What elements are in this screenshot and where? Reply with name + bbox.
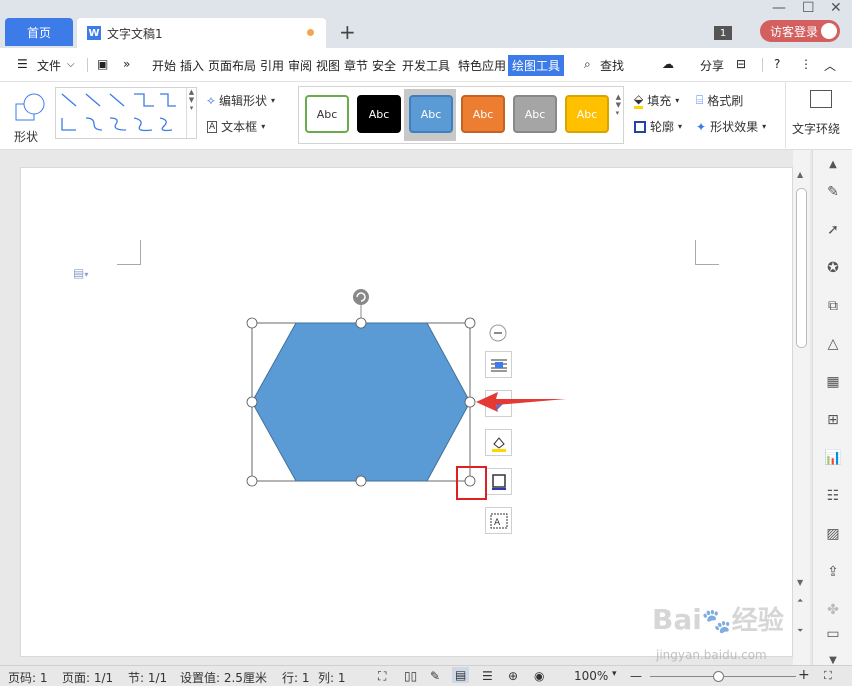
- outline-view-icon[interactable]: ☰: [482, 669, 493, 683]
- layers-icon[interactable]: △: [823, 334, 843, 354]
- status-col[interactable]: 列: 1: [318, 669, 346, 686]
- status-section[interactable]: 节: 1/1: [128, 669, 167, 686]
- shape-layer: [246, 289, 507, 487]
- right-task-pane: ▲ ✎ ➚ ✪ ⧉ △ ▦ ⊞ 📊 ☷ ▨ ⇪ ✤ ▭ ▼: [812, 150, 852, 666]
- textbox-quick-icon[interactable]: A: [485, 507, 512, 534]
- fill-quick-icon[interactable]: [485, 429, 512, 456]
- zoom-out-icon[interactable]: —: [630, 669, 642, 683]
- chart-icon[interactable]: 📊: [823, 448, 843, 468]
- hexagon-shape[interactable]: [251, 322, 471, 482]
- settings-sliders-icon[interactable]: ☷: [823, 486, 843, 506]
- resize-handle-s[interactable]: [355, 475, 367, 487]
- image-icon[interactable]: ▨: [823, 524, 843, 544]
- scroll-up-icon[interactable]: ▲: [797, 170, 803, 179]
- watermark-logo: Bai🐾经验: [652, 603, 784, 636]
- pane-collapse-icon[interactable]: ▲: [823, 154, 843, 174]
- scroll-down-icon[interactable]: ▼: [797, 578, 803, 587]
- puzzle-icon[interactable]: ✤: [823, 600, 843, 620]
- resize-handle-n[interactable]: [355, 317, 367, 329]
- status-page[interactable]: 页码: 1: [8, 669, 48, 686]
- watermark-url: jingyan.baidu.com: [656, 648, 767, 662]
- resize-handle-sw[interactable]: [246, 475, 258, 487]
- pen-edit-icon[interactable]: ✎: [823, 182, 843, 202]
- zoom-slider-thumb[interactable]: [713, 671, 724, 682]
- pen-mode-icon[interactable]: ✎: [430, 669, 440, 683]
- prev-page-icon[interactable]: ⏶: [797, 596, 803, 606]
- shapes-icon[interactable]: ⧉: [823, 296, 843, 316]
- fit-page-icon[interactable]: ⛶: [824, 669, 832, 683]
- status-bar: 页码: 1 页面: 1/1 节: 1/1 设置值: 2.5厘米 行: 1 列: …: [0, 665, 852, 686]
- vertical-scrollbar[interactable]: ▲ ▼ ⏶ ⏷: [793, 150, 810, 665]
- outline-quick-icon[interactable]: [485, 468, 512, 495]
- rotate-handle-icon[interactable]: [353, 289, 369, 305]
- cursor-select-icon[interactable]: ➚: [823, 220, 843, 240]
- scroll-thumb[interactable]: [796, 188, 807, 348]
- status-row[interactable]: 行: 1: [282, 669, 310, 686]
- resize-handle-ne[interactable]: [464, 317, 476, 329]
- svg-text:A: A: [494, 518, 501, 528]
- fullscreen-icon[interactable]: ⛶: [378, 669, 386, 684]
- wrap-text-quick-icon[interactable]: [485, 351, 512, 378]
- grid-icon[interactable]: ⊞: [823, 410, 843, 430]
- status-pages[interactable]: 页面: 1/1: [62, 669, 113, 686]
- highlight-box: [456, 466, 487, 500]
- archive-icon[interactable]: ▭: [823, 624, 843, 644]
- read-mode-icon[interactable]: ▯▯: [404, 669, 417, 683]
- resize-handle-w[interactable]: [246, 396, 258, 408]
- next-page-icon[interactable]: ⏷: [797, 626, 803, 636]
- zoom-dropdown-icon[interactable]: ▾: [612, 669, 617, 679]
- badge-icon[interactable]: ✪: [823, 258, 843, 278]
- pointer-arrow: [476, 392, 566, 412]
- zoom-level[interactable]: 100%: [574, 669, 608, 683]
- zoom-in-icon[interactable]: +: [798, 667, 810, 683]
- export-icon[interactable]: ⇪: [823, 562, 843, 582]
- web-view-icon[interactable]: ⊕: [508, 669, 518, 683]
- page-view-icon[interactable]: ▤: [452, 667, 470, 683]
- eye-protect-icon[interactable]: ◉: [534, 669, 544, 683]
- status-setting[interactable]: 设置值: 2.5厘米: [180, 669, 267, 686]
- resize-handle-nw[interactable]: [246, 317, 258, 329]
- table-icon[interactable]: ▦: [823, 372, 843, 392]
